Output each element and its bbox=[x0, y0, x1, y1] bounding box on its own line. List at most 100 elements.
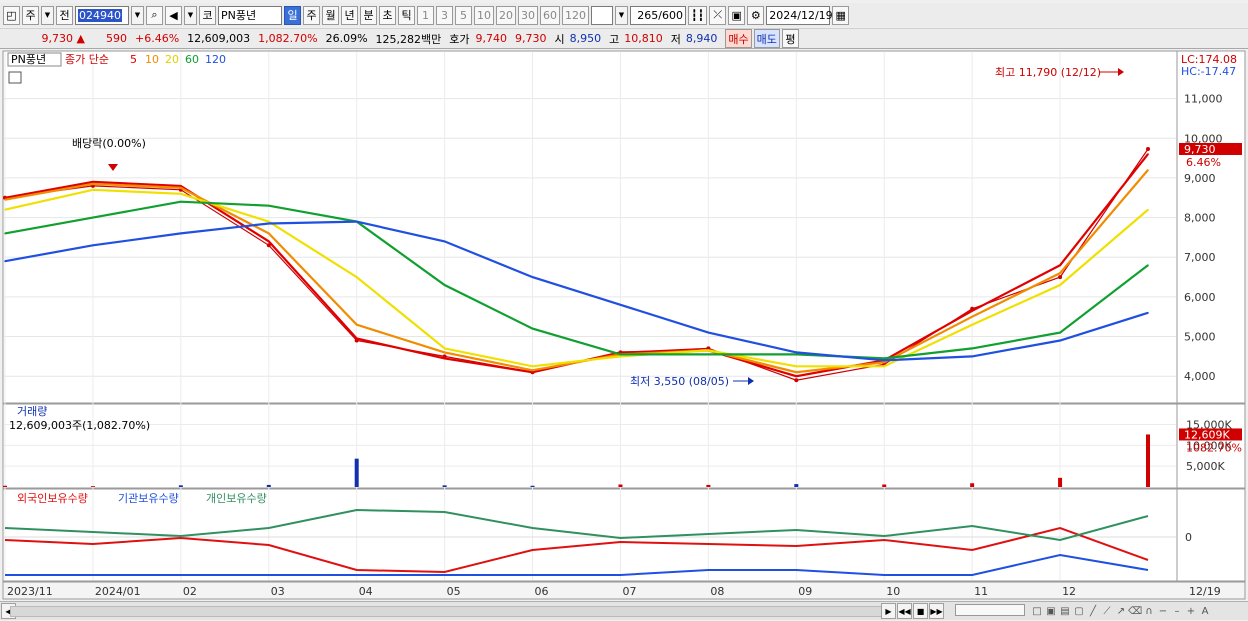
scroll-track[interactable] bbox=[10, 606, 886, 617]
series-point bbox=[1059, 284, 1061, 286]
x-tick-label: 07 bbox=[622, 585, 636, 598]
quote-bid: 9,730 bbox=[515, 32, 547, 45]
market-label[interactable]: 코 bbox=[199, 5, 216, 25]
series-point bbox=[180, 187, 182, 189]
ma-button-10[interactable]: 10 bbox=[474, 5, 494, 25]
save-icon[interactable]: ▣ bbox=[728, 5, 746, 25]
zoom-slider[interactable] bbox=[955, 604, 1025, 616]
eval-button[interactable]: 평 bbox=[781, 29, 799, 48]
period-tick[interactable]: 틱 bbox=[398, 5, 415, 25]
minus-icon[interactable]: − bbox=[1156, 606, 1170, 617]
trend-icon[interactable]: ⟋ bbox=[1100, 606, 1114, 617]
x-tick-label: 12/19 bbox=[1189, 585, 1221, 598]
copy-icon[interactable]: ▣ bbox=[1044, 606, 1058, 617]
series-point bbox=[1147, 312, 1149, 314]
candle-icon[interactable]: ┇┇ bbox=[688, 5, 708, 25]
date-field[interactable]: 2024/12/19 bbox=[766, 5, 833, 25]
series-point bbox=[795, 375, 798, 378]
square-icon[interactable]: □ bbox=[1030, 606, 1044, 617]
series-point bbox=[268, 222, 270, 225]
ma-button-120[interactable]: 120 bbox=[562, 5, 589, 25]
series-point bbox=[795, 371, 798, 374]
period-day[interactable]: 일 bbox=[284, 5, 301, 25]
text-icon[interactable]: A bbox=[1198, 606, 1212, 617]
extra-select[interactable] bbox=[591, 5, 613, 25]
count-field[interactable]: 265/600 bbox=[630, 5, 686, 25]
price-tick-label: 7,000 bbox=[1184, 251, 1216, 264]
table-icon[interactable] bbox=[8, 71, 22, 84]
drawing-tools: □ ▣ ▤ ▢ ╱ ⟋ ↗ ⌫ ∩ − – + A bbox=[1030, 604, 1212, 617]
type1-dropdown-icon[interactable]: ▼ bbox=[41, 5, 54, 25]
ray-icon[interactable]: ↗ bbox=[1114, 606, 1128, 617]
volume-panel[interactable] bbox=[2, 403, 1178, 489]
period-month[interactable]: 월 bbox=[322, 5, 339, 25]
series-point bbox=[4, 260, 6, 262]
volume-bar bbox=[266, 484, 271, 487]
period-year[interactable]: 년 bbox=[341, 5, 358, 25]
speaker-dropdown-icon[interactable]: ▼ bbox=[184, 5, 197, 25]
ma-button-5[interactable]: 5 bbox=[455, 5, 472, 25]
period-second[interactable]: 초 bbox=[379, 5, 396, 25]
volume-bar bbox=[90, 486, 95, 487]
period-week[interactable]: 주 bbox=[303, 5, 320, 25]
type2-selector[interactable]: 전 bbox=[56, 5, 73, 25]
price-tick-label: 6,000 bbox=[1184, 291, 1216, 304]
magnet-icon[interactable]: ∩ bbox=[1142, 606, 1156, 617]
legend-ma5: 5 bbox=[130, 53, 137, 66]
volume-bar bbox=[618, 484, 623, 487]
series-point bbox=[531, 369, 534, 372]
chart-area[interactable]: 11,00010,0009,0008,0007,0006,0005,0004,0… bbox=[0, 50, 1248, 600]
series-point bbox=[707, 349, 710, 352]
gear-icon[interactable]: ⚙ bbox=[747, 5, 765, 25]
series-point bbox=[971, 347, 973, 350]
series-point bbox=[1059, 331, 1061, 334]
series-point bbox=[883, 359, 885, 362]
series-point bbox=[268, 232, 270, 235]
line-icon[interactable]: ╱ bbox=[1086, 606, 1100, 617]
rewind-icon[interactable]: ◀◀ bbox=[897, 603, 912, 619]
window-icon[interactable]: ▢ bbox=[1072, 606, 1086, 617]
bottom-scrollbar[interactable]: ◀ ▶ ◀◀ ■ ▶▶ □ ▣ ▤ ▢ ╱ ⟋ ↗ ⌫ ∩ − – + A bbox=[0, 601, 1248, 620]
eraser-icon[interactable]: ⌫ bbox=[1128, 606, 1142, 617]
ma-button-1[interactable]: 1 bbox=[417, 5, 434, 25]
hoga-label: 호가 bbox=[449, 32, 470, 46]
x-tick-label: 2024/01 bbox=[95, 585, 141, 598]
stop-icon[interactable]: ■ bbox=[913, 603, 928, 619]
series-point bbox=[971, 315, 973, 318]
series-point bbox=[443, 351, 446, 354]
sell-button[interactable]: 매도 bbox=[753, 29, 780, 48]
series-point bbox=[707, 353, 710, 356]
code-dropdown-icon[interactable]: ▼ bbox=[131, 5, 144, 25]
ma-button-30[interactable]: 30 bbox=[518, 5, 538, 25]
series-point bbox=[92, 244, 94, 247]
scroll-right-icon[interactable]: ▶ bbox=[881, 603, 896, 619]
x-tick-label: 12 bbox=[1062, 585, 1076, 598]
calendar-icon[interactable]: ▦ bbox=[832, 5, 850, 25]
x-tick-label: 08 bbox=[710, 585, 724, 598]
ma-button-3[interactable]: 3 bbox=[436, 5, 453, 25]
chart-type-icon[interactable]: ◰ bbox=[3, 5, 20, 25]
extra-dropdown-icon[interactable]: ▼ bbox=[615, 5, 628, 25]
type1-selector[interactable]: 주 bbox=[22, 5, 39, 25]
code-input[interactable]: 024940 bbox=[75, 5, 129, 25]
series-point bbox=[1146, 147, 1150, 151]
search-icon[interactable]: ⌕ bbox=[146, 5, 163, 25]
plus-icon[interactable]: + bbox=[1184, 606, 1198, 617]
period-minute[interactable]: 분 bbox=[360, 5, 377, 25]
fast-forward-icon[interactable]: ▶▶ bbox=[929, 603, 944, 619]
ma-button-60[interactable]: 60 bbox=[540, 5, 560, 25]
ma-button-20[interactable]: 20 bbox=[496, 5, 516, 25]
series-point bbox=[443, 240, 446, 243]
series-point bbox=[180, 200, 182, 203]
count-value: 265 bbox=[637, 8, 659, 22]
series-point bbox=[268, 220, 270, 223]
series-point bbox=[180, 193, 182, 195]
speaker-icon[interactable]: ◀ bbox=[165, 5, 182, 25]
volume-bar bbox=[1146, 434, 1150, 487]
layout-icon[interactable]: ▤ bbox=[1058, 606, 1072, 617]
buy-button[interactable]: 매수 bbox=[725, 29, 752, 48]
count-total: /600 bbox=[658, 8, 683, 22]
crosshair-icon[interactable]: ⤫ bbox=[709, 5, 727, 25]
dash-icon[interactable]: – bbox=[1170, 606, 1184, 617]
stock-name-field[interactable]: PN풍년 bbox=[218, 5, 282, 25]
